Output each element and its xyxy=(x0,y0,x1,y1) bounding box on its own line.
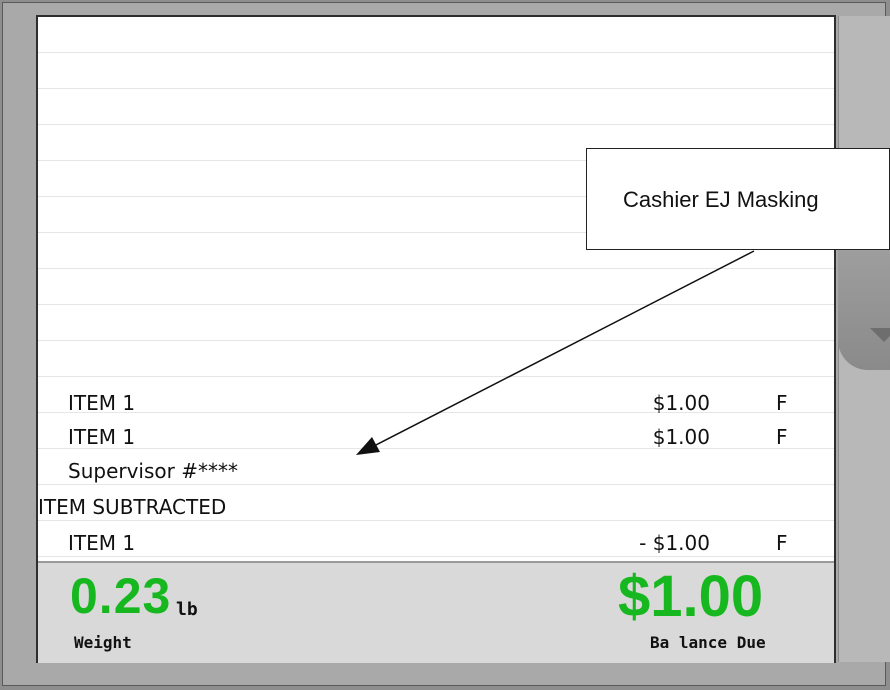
callout-box: Cashier EJ Masking xyxy=(586,148,890,250)
callout-text: Cashier EJ Masking xyxy=(623,187,819,212)
callout-arrow xyxy=(356,250,755,455)
